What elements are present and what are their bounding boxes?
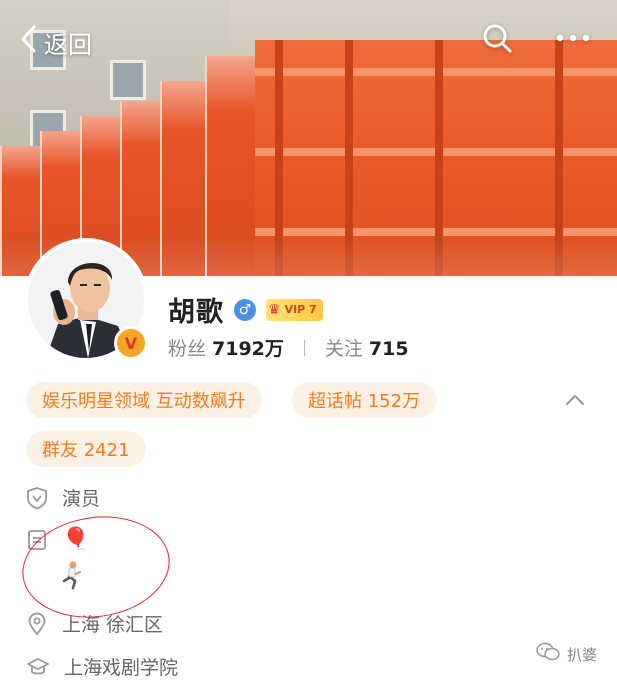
gender-male-icon: ♂ — [234, 298, 256, 321]
following-stat[interactable]: 关注 715 — [325, 334, 409, 361]
back-button[interactable]: 返回 — [18, 24, 92, 60]
following-count: 715 — [368, 338, 409, 360]
graduation-cap-icon — [26, 656, 50, 678]
tag-trending-domain[interactable]: 娱乐明星领域 互动数飙升 — [26, 382, 262, 418]
back-label: 返回 — [44, 30, 92, 59]
location-pin-icon — [26, 612, 48, 636]
verified-v-badge: V — [114, 326, 148, 360]
tag-group-members[interactable]: 群友 2421 — [26, 431, 146, 467]
profile-name: 胡歌 — [168, 297, 224, 328]
follower-stats: 粉丝 7192万 关注 715 — [168, 334, 409, 361]
school-text: 上海戏剧学院 — [64, 657, 179, 679]
fans-stat[interactable]: 粉丝 7192万 — [168, 334, 284, 361]
vip-badge[interactable]: ♛ VIP 7 — [266, 298, 323, 321]
fans-label: 粉丝 — [168, 338, 207, 360]
vip-level: VIP 7 — [284, 303, 317, 316]
fans-count: 7192万 — [212, 338, 284, 360]
red-circle-annotation — [15, 507, 177, 627]
watermark: 扒婆 — [535, 642, 597, 666]
stats-divider — [303, 339, 305, 356]
watermark-text: 扒婆 — [566, 645, 597, 664]
shield-v-icon — [26, 486, 48, 510]
occupation-text: 演员 — [62, 488, 101, 510]
tag-supertopic-posts[interactable]: 超话帖 152万 — [292, 382, 437, 418]
location-text: 上海 徐汇区 — [62, 614, 164, 636]
search-icon[interactable] — [481, 22, 513, 54]
location-row: 上海 徐汇区 — [26, 610, 163, 637]
school-row: 上海戏剧学院 — [26, 653, 178, 680]
wechat-logo-icon — [535, 642, 561, 666]
chevron-up-icon[interactable] — [564, 392, 586, 412]
occupation-row: 演员 — [26, 484, 100, 511]
back-arrow-icon — [18, 24, 40, 60]
following-label: 关注 — [324, 338, 363, 360]
more-icon[interactable] — [555, 33, 591, 43]
crown-icon: ♛ — [268, 301, 281, 318]
